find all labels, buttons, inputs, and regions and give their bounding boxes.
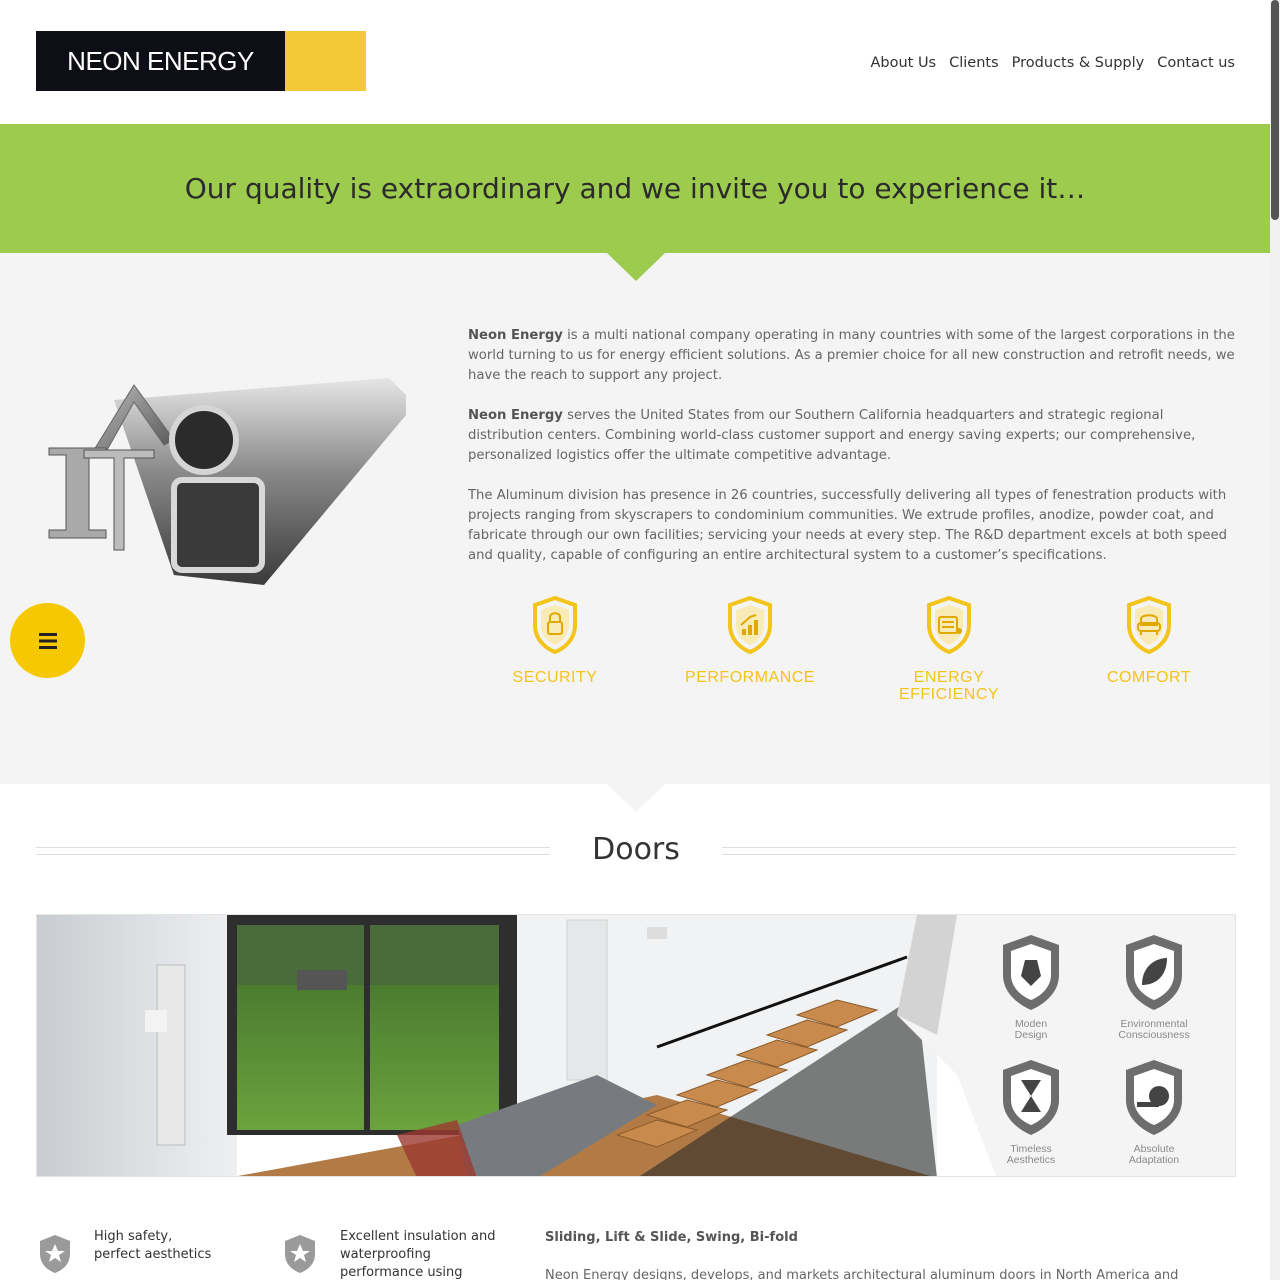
chart-shield-icon: [728, 595, 772, 655]
star-shield-icon: [40, 1235, 70, 1273]
site-logo[interactable]: NEON ENERGY: [36, 31, 366, 91]
nav-about-us[interactable]: About Us: [870, 55, 936, 71]
scrollbar-thumb[interactable]: [1271, 0, 1279, 220]
feature-text: Excellent insulation and waterproofing p…: [340, 1228, 495, 1280]
feature-label-line2: EFFICIENCY: [898, 686, 1000, 703]
doors-description: Neon Energy designs, develops, and marke…: [545, 1268, 1179, 1280]
about-paragraph-1: Neon Energy is a multi national company …: [468, 326, 1238, 386]
feature-line2: waterproofing: [340, 1247, 431, 1262]
feature-line1: Excellent insulation and: [340, 1229, 496, 1244]
hamburger-icon: [38, 632, 57, 649]
company-name-bold: Neon Energy: [468, 408, 563, 423]
feature-line1: High safety,: [94, 1229, 173, 1244]
doors-details: High safety, perfect aesthetics Excellen…: [0, 1220, 1270, 1280]
nav-products-supply[interactable]: Products & Supply: [1012, 55, 1145, 71]
nav-clients[interactable]: Clients: [949, 55, 999, 71]
nav-contact-us[interactable]: Contact us: [1157, 55, 1235, 71]
feature-high-safety: High safety, perfect aesthetics: [38, 1220, 211, 1274]
feature-label: COMFORT: [1106, 669, 1192, 686]
feature-insulation: Excellent insulation and waterproofing p…: [283, 1220, 495, 1280]
about-paragraph-2-text: serves the United States from our Southe…: [468, 408, 1196, 463]
tape-measure-shield-icon: [1126, 1060, 1182, 1135]
company-name-bold: Neon Energy: [468, 328, 563, 343]
feature-line3: performance using: [340, 1265, 463, 1280]
hourglass-shield-icon: [1003, 1060, 1059, 1135]
door-feature-badges: Moden Design Environmental Consciousness…: [1003, 935, 1190, 1166]
badge-label-line2: Adaptation: [1129, 1154, 1179, 1166]
about-text: Neon Energy is a multi national company …: [468, 326, 1238, 586]
lock-shield-icon: [533, 595, 577, 655]
armchair-shield-icon: [1127, 595, 1171, 655]
banner-headline: Our quality is extraordinary and we invi…: [184, 172, 1086, 205]
banner-arrow-down: [607, 253, 665, 281]
pen-nib-shield-icon: [1003, 935, 1059, 1010]
badge-label-line2: Aesthetics: [1007, 1154, 1055, 1166]
aluminum-profiles-image: [48, 378, 406, 585]
feature-icons: SECURITY PERFORMANCE ENERGY EFFICIENCY C…: [465, 595, 1245, 715]
feature-label: ENERGY EFFICIENCY: [859, 669, 1039, 703]
leaf-shield-icon: [1126, 935, 1182, 1010]
logo-text: NEON ENERGY: [67, 45, 254, 76]
battery-shield-icon: [927, 595, 971, 655]
doors-heading: Doors: [36, 830, 1236, 870]
about-paragraph-1-text: is a multi national company operating in…: [468, 328, 1235, 383]
feature-label: PERFORMANCE: [685, 669, 815, 686]
feature-line2: perfect aesthetics: [94, 1247, 212, 1262]
star-shield-icon: [285, 1235, 315, 1273]
feature-security: SECURITY: [465, 595, 645, 686]
hero-banner: Our quality is extraordinary and we invi…: [0, 124, 1270, 253]
about-paragraph-3: The Aluminum division has presence in 26…: [468, 488, 1227, 563]
feature-label-line1: ENERGY: [913, 669, 985, 686]
doors-banner-image: Moden Design Environmental Consciousness…: [36, 914, 1236, 1177]
feature-comfort: COMFORT: [1059, 595, 1239, 686]
about-paragraph-2: Neon Energy serves the United States fro…: [468, 406, 1238, 466]
feature-label: SECURITY: [512, 669, 598, 686]
site-header: NEON ENERGY About Us Clients Products & …: [0, 0, 1270, 124]
door-types-title: Sliding, Lift & Slide, Swing, Bi-fold: [545, 1230, 798, 1245]
logo-dark-panel: NEON ENERGY: [36, 31, 285, 91]
feature-text: High safety, perfect aesthetics: [94, 1228, 211, 1274]
section-arrow-down: [607, 784, 665, 812]
doors-title: Doors: [592, 832, 680, 867]
feature-energy-efficiency: ENERGY EFFICIENCY: [859, 595, 1039, 703]
feature-performance: PERFORMANCE: [660, 595, 840, 686]
badge-label-line2: Consciousness: [1118, 1029, 1189, 1041]
badge-label-line2: Design: [1015, 1029, 1048, 1041]
page-scrollbar[interactable]: [1270, 0, 1280, 1280]
floating-menu-button[interactable]: [10, 603, 85, 678]
main-nav: About Us Clients Products & Supply Conta…: [870, 55, 1235, 71]
logo-yellow-block: [285, 31, 366, 91]
